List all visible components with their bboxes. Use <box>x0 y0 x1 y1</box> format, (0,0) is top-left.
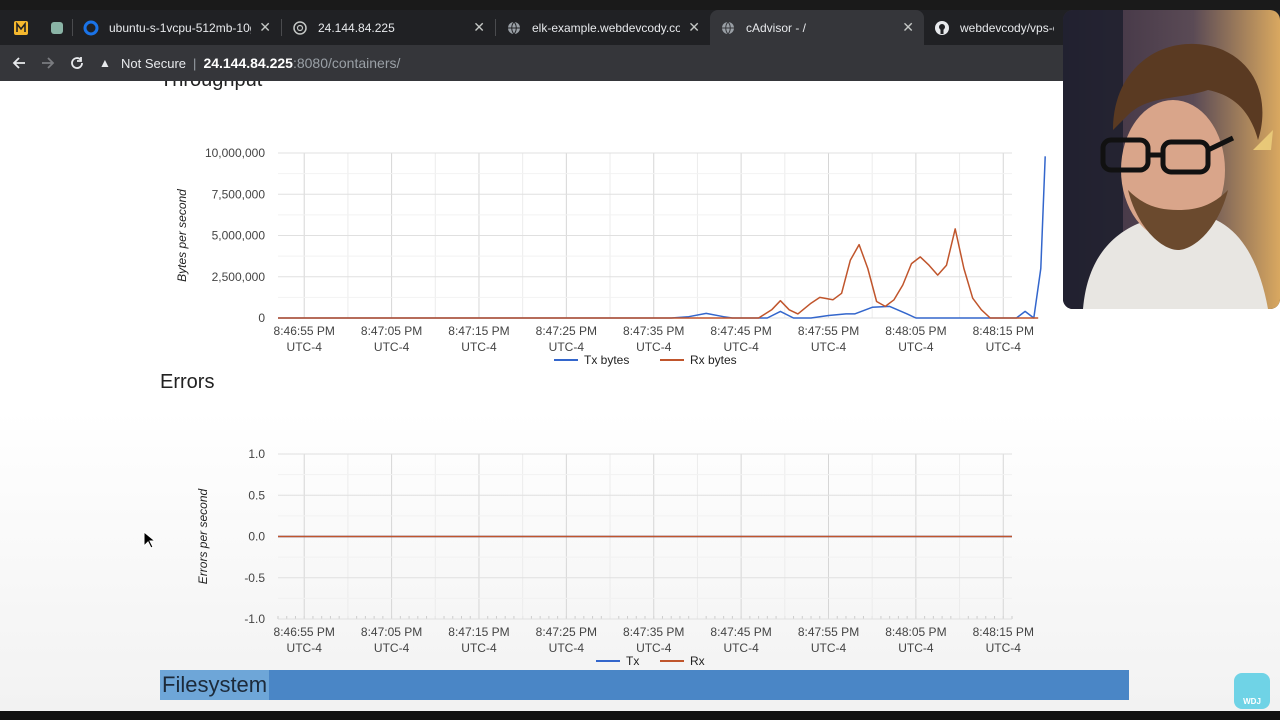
tab-elk[interactable]: elk-example.webdevcody.com ✕ <box>496 10 710 45</box>
tab-ip[interactable]: 24.144.84.225 ✕ <box>282 10 495 45</box>
tab-title: cAdvisor - / <box>746 20 807 35</box>
y-tick-label: 7,500,000 <box>212 187 266 201</box>
window-top-strip <box>0 0 1280 10</box>
channel-logo-watermark: WDJ <box>1234 673 1270 709</box>
globe-icon <box>720 20 736 36</box>
close-icon[interactable]: ✕ <box>251 19 271 36</box>
tab-github[interactable]: webdevcody/vps-e <box>924 10 1064 45</box>
series-line-tx-bytes <box>278 156 1046 319</box>
x-tick-timezone: UTC-4 <box>898 641 934 655</box>
x-tick-timezone: UTC-4 <box>636 340 672 354</box>
mouse-cursor-icon <box>143 531 155 549</box>
x-tick-timezone: UTC-4 <box>374 641 410 655</box>
divider: | <box>193 55 197 71</box>
window-bottom-strip <box>0 711 1280 720</box>
x-tick-label: 8:46:55 PM <box>274 324 335 338</box>
back-arrow-icon <box>12 57 25 69</box>
digitalocean-icon <box>83 20 99 36</box>
filesystem-header-bar <box>160 670 1129 700</box>
x-tick-timezone: UTC-4 <box>986 340 1022 354</box>
y-tick-label: -1.0 <box>244 612 265 626</box>
x-tick-timezone: UTC-4 <box>374 340 410 354</box>
x-tick-timezone: UTC-4 <box>461 641 497 655</box>
x-tick-timezone: UTC-4 <box>723 340 759 354</box>
presenter-video-image <box>1063 10 1280 309</box>
chatgpt-icon <box>49 20 65 36</box>
x-tick-timezone: UTC-4 <box>549 340 585 354</box>
tab-title: elk-example.webdevcody.com <box>532 20 681 35</box>
legend-label: Rx <box>690 654 705 668</box>
x-tick-label: 8:47:35 PM <box>623 324 684 338</box>
close-icon[interactable]: ✕ <box>465 19 485 36</box>
filesystem-heading: Filesystem <box>160 670 270 700</box>
x-tick-timezone: UTC-4 <box>287 340 323 354</box>
y-tick-label: 2,500,000 <box>212 270 266 284</box>
y-tick-label: 0.5 <box>248 488 265 502</box>
tab-title: 24.144.84.225 <box>318 20 395 35</box>
x-tick-timezone: UTC-4 <box>898 340 934 354</box>
x-tick-label: 8:47:15 PM <box>448 625 509 639</box>
tab-cadvisor[interactable]: cAdvisor - / ✕ <box>710 10 924 45</box>
warning-icon[interactable]: ▲ <box>99 56 115 70</box>
y-tick-label: 0 <box>258 311 265 325</box>
close-icon[interactable]: ✕ <box>680 19 700 36</box>
y-tick-label: 1.0 <box>248 447 265 461</box>
y-tick-label: -0.5 <box>244 571 265 585</box>
back-button[interactable] <box>4 47 33 79</box>
x-tick-timezone: UTC-4 <box>636 641 672 655</box>
legend-label: Tx <box>626 654 639 668</box>
app-icon[interactable] <box>0 10 42 45</box>
security-label[interactable]: Not Secure <box>121 56 186 71</box>
tab-title: webdevcody/vps-e <box>960 20 1054 35</box>
y-tick-label: 0.0 <box>248 530 265 544</box>
x-tick-label: 8:47:05 PM <box>361 324 422 338</box>
x-tick-timezone: UTC-4 <box>811 340 847 354</box>
app-logo-icon <box>14 20 28 35</box>
x-tick-label: 8:47:05 PM <box>361 625 422 639</box>
x-tick-label: 8:47:55 PM <box>798 625 859 639</box>
y-axis-label: Errors per second <box>196 488 210 584</box>
close-icon[interactable]: ✕ <box>894 19 914 36</box>
y-tick-label: 5,000,000 <box>212 229 266 243</box>
x-tick-label: 8:48:05 PM <box>885 324 946 338</box>
x-tick-label: 8:46:55 PM <box>274 625 335 639</box>
reload-button[interactable] <box>62 47 91 79</box>
url-host: 24.144.84.225 <box>203 55 293 71</box>
forward-button[interactable] <box>33 47 62 79</box>
legend-label: Rx bytes <box>690 353 737 367</box>
x-tick-label: 8:47:45 PM <box>710 324 771 338</box>
x-tick-timezone: UTC-4 <box>461 340 497 354</box>
y-axis-label: Bytes per second <box>175 189 189 282</box>
x-tick-timezone: UTC-4 <box>549 641 585 655</box>
url-path: :8080/containers/ <box>292 55 401 71</box>
github-icon <box>934 20 950 36</box>
openai-icon <box>292 20 308 36</box>
x-tick-label: 8:47:45 PM <box>710 625 771 639</box>
globe-icon <box>506 20 522 36</box>
x-tick-label: 8:47:25 PM <box>536 625 597 639</box>
y-tick-label: 10,000,000 <box>205 146 265 160</box>
x-tick-timezone: UTC-4 <box>723 641 759 655</box>
reload-icon <box>70 57 83 69</box>
x-tick-label: 8:47:55 PM <box>798 324 859 338</box>
x-tick-label: 8:47:15 PM <box>448 324 509 338</box>
tab-droplet[interactable]: ubuntu-s-1vcpu-512mb-10gb ✕ <box>73 10 281 45</box>
webcam-overlay <box>1063 10 1280 309</box>
x-tick-label: 8:48:15 PM <box>973 625 1034 639</box>
x-tick-timezone: UTC-4 <box>811 641 847 655</box>
legend-label: Tx bytes <box>584 353 629 367</box>
tab-pinned[interactable] <box>42 10 72 45</box>
x-tick-label: 8:48:05 PM <box>885 625 946 639</box>
forward-arrow-icon <box>41 57 54 69</box>
x-tick-label: 8:47:35 PM <box>623 625 684 639</box>
x-tick-label: 8:47:25 PM <box>536 324 597 338</box>
tab-title: ubuntu-s-1vcpu-512mb-10gb <box>109 20 252 35</box>
x-tick-label: 8:48:15 PM <box>973 324 1034 338</box>
address-bar[interactable]: ▲ Not Secure | 24.144.84.225 :8080/conta… <box>97 49 1077 77</box>
errors-chart: 1.0 0.5 0.0 -0.5 -1.0 Errors per second 8:46:5… <box>196 447 1034 668</box>
x-tick-timezone: UTC-4 <box>986 641 1022 655</box>
x-tick-timezone: UTC-4 <box>287 641 323 655</box>
